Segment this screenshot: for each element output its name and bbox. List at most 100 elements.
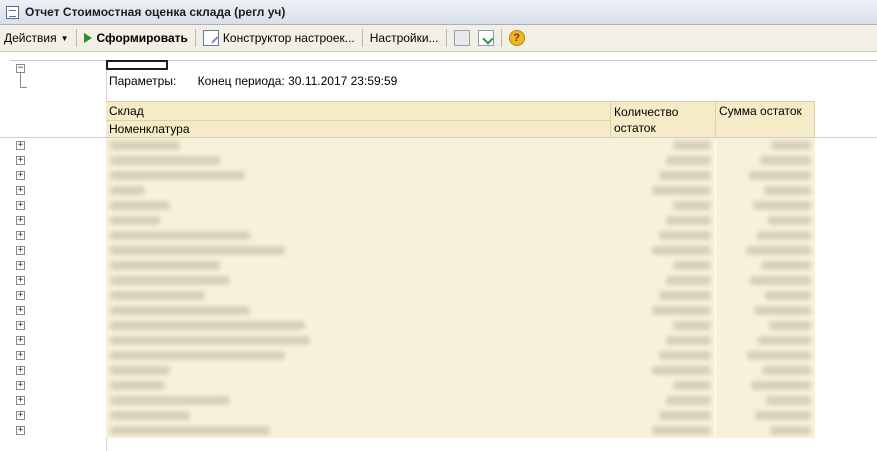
table-row[interactable]: + — [0, 198, 877, 213]
settings-constructor-button[interactable]: Конструктор настроек... — [199, 28, 359, 48]
blurred-text — [110, 171, 245, 180]
table-row[interactable]: + — [0, 318, 877, 333]
expand-row-icon[interactable]: + — [16, 381, 25, 390]
expand-row-icon[interactable]: + — [16, 411, 25, 420]
blurred-text — [673, 321, 711, 330]
export-button[interactable] — [474, 28, 498, 48]
blurred-text — [110, 381, 165, 390]
actions-menu-button[interactable]: Действия ▼ — [0, 28, 73, 48]
blurred-text — [666, 336, 711, 345]
cell-quantity — [611, 288, 715, 303]
cell-sum — [716, 138, 815, 153]
blurred-text — [751, 381, 811, 390]
blurred-text — [110, 246, 285, 255]
cell-quantity — [611, 363, 715, 378]
settings-button[interactable]: Настройки... — [366, 28, 443, 48]
table-row[interactable]: + — [0, 423, 877, 438]
blurred-text — [673, 201, 711, 210]
blurred-text — [666, 216, 711, 225]
expand-row-icon[interactable]: + — [16, 156, 25, 165]
table-row[interactable]: + — [0, 183, 877, 198]
expand-row-icon[interactable]: + — [16, 396, 25, 405]
expand-row-icon[interactable]: + — [16, 351, 25, 360]
table-row[interactable]: + — [0, 228, 877, 243]
table-row[interactable]: + — [0, 258, 877, 273]
expand-row-icon[interactable]: + — [16, 141, 25, 150]
report-spreadsheet[interactable]: − Параметры: Конец периода: 30.11.2017 2… — [0, 52, 877, 451]
play-icon — [83, 33, 92, 43]
cell-sum — [716, 153, 815, 168]
expand-row-icon[interactable]: + — [16, 306, 25, 315]
expand-row-icon[interactable]: + — [16, 231, 25, 240]
table-row[interactable]: + — [0, 153, 877, 168]
blurred-text — [110, 186, 145, 195]
cell-sum — [716, 318, 815, 333]
table-row[interactable]: + — [0, 378, 877, 393]
blurred-text — [110, 216, 160, 225]
cell-quantity — [611, 318, 715, 333]
blurred-text — [652, 366, 711, 375]
table-row[interactable]: + — [0, 333, 877, 348]
header-sum[interactable]: Сумма остаток — [716, 102, 815, 138]
cell-warehouse — [106, 183, 611, 198]
blurred-text — [666, 156, 711, 165]
expand-row-icon[interactable]: + — [16, 261, 25, 270]
expand-row-icon[interactable]: + — [16, 276, 25, 285]
table-row[interactable]: + — [0, 408, 877, 423]
toolbar-separator — [75, 29, 77, 47]
cell-warehouse — [106, 303, 611, 318]
table-row[interactable]: + — [0, 303, 877, 318]
table-header: Склад Номенклатура Количество остаток Су… — [106, 101, 815, 138]
expand-row-icon[interactable]: + — [16, 186, 25, 195]
table-row[interactable]: + — [0, 393, 877, 408]
cell-quantity — [611, 198, 715, 213]
cell-sum — [716, 213, 815, 228]
help-button[interactable]: ? — [505, 28, 529, 48]
blurred-text — [757, 231, 811, 240]
blurred-text — [110, 426, 270, 435]
cell-sum — [716, 378, 815, 393]
expand-row-icon[interactable]: + — [16, 246, 25, 255]
header-warehouse-column[interactable]: Склад Номенклатура — [106, 102, 611, 138]
table-row[interactable]: + — [0, 363, 877, 378]
header-quantity[interactable]: Количество остаток — [611, 102, 716, 138]
table-row[interactable]: + — [0, 273, 877, 288]
expand-row-icon[interactable]: + — [16, 216, 25, 225]
expand-row-icon[interactable]: + — [16, 171, 25, 180]
table-row[interactable]: + — [0, 168, 877, 183]
report-parameters: Параметры: Конец периода: 30.11.2017 23:… — [109, 74, 397, 88]
cell-warehouse — [106, 423, 611, 438]
blurred-text — [110, 291, 205, 300]
cell-sum — [716, 258, 815, 273]
cell-sum — [716, 333, 815, 348]
table-row[interactable]: + — [0, 138, 877, 153]
copy-document-button[interactable] — [450, 28, 474, 48]
cell-quantity — [611, 333, 715, 348]
blurred-text — [762, 366, 811, 375]
expand-row-icon[interactable]: + — [16, 201, 25, 210]
blurred-text — [110, 411, 190, 420]
report-header-cell[interactable] — [106, 60, 168, 70]
blurred-text — [110, 321, 305, 330]
expand-row-icon[interactable]: + — [16, 291, 25, 300]
expand-row-icon[interactable]: + — [16, 336, 25, 345]
table-row[interactable]: + — [0, 243, 877, 258]
blurred-text — [110, 351, 285, 360]
cell-warehouse — [106, 198, 611, 213]
blurred-text — [110, 336, 310, 345]
cell-warehouse — [106, 408, 611, 423]
table-row[interactable]: + — [0, 213, 877, 228]
blurred-text — [750, 276, 811, 285]
expand-row-icon[interactable]: + — [16, 426, 25, 435]
blurred-text — [666, 276, 711, 285]
cell-sum — [716, 168, 815, 183]
expand-row-icon[interactable]: + — [16, 321, 25, 330]
generate-button[interactable]: Сформировать — [80, 28, 192, 48]
cell-sum — [716, 243, 815, 258]
cell-sum — [716, 423, 815, 438]
table-row[interactable]: + — [0, 288, 877, 303]
expand-row-icon[interactable]: + — [16, 366, 25, 375]
table-row[interactable]: + — [0, 348, 877, 363]
blurred-text — [666, 396, 711, 405]
cell-warehouse — [106, 288, 611, 303]
